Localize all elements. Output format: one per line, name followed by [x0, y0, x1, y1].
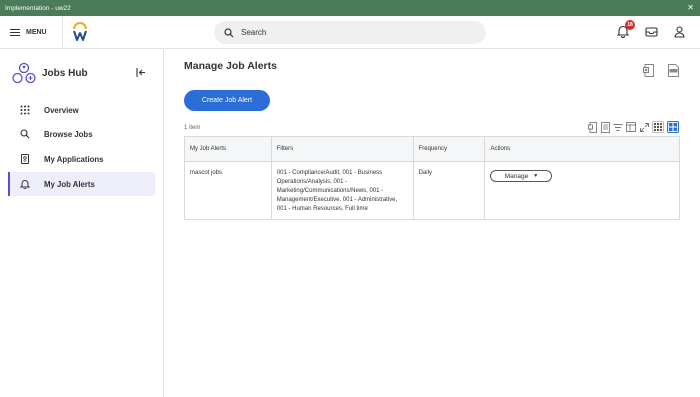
hub-title: Jobs Hub — [42, 67, 88, 79]
filter-button[interactable] — [613, 122, 623, 133]
sidebar: Jobs Hub Overview Browse Jobs My Applica… — [0, 50, 164, 397]
window-title: Implementation - uw22 — [5, 4, 71, 12]
search-input[interactable]: Search — [214, 21, 486, 44]
manage-label: Manage — [504, 172, 529, 180]
export-excel-icon[interactable] — [643, 64, 654, 77]
collapse-sidebar-icon[interactable] — [135, 67, 146, 78]
table-toolbar — [587, 121, 679, 133]
search-placeholder: Search — [241, 28, 267, 37]
search-icon — [20, 129, 30, 139]
menu-label: MENU — [26, 29, 47, 36]
user-icon — [674, 26, 685, 38]
table-header-row: My Job Alerts Filters Frequency Actions — [184, 136, 680, 162]
notifications-button[interactable]: 18 — [616, 20, 635, 39]
window-title-bar: Implementation - uw22 ✕ — [0, 0, 700, 16]
sidebar-item-label: My Applications — [44, 154, 104, 164]
grid-view-button[interactable] — [667, 121, 679, 133]
jobs-hub-icon — [12, 62, 36, 84]
columns-icon — [626, 122, 636, 132]
grid-icon — [20, 105, 30, 115]
sidebar-item-label: My Job Alerts — [44, 179, 95, 189]
alert-actions-cell: Manage ▼ — [484, 161, 680, 220]
column-header-actions: Actions — [484, 136, 680, 162]
expand-icon — [639, 122, 649, 132]
sidebar-item-browse-jobs[interactable]: Browse Jobs — [8, 122, 155, 146]
job-alerts-table: My Job Alerts Filters Frequency Actions … — [184, 136, 680, 220]
sidebar-item-label: Overview — [44, 105, 79, 115]
sidebar-item-my-job-alerts[interactable]: My Job Alerts — [8, 172, 155, 196]
column-header-filters: Filters — [270, 136, 414, 162]
export-pdf-icon[interactable] — [668, 64, 679, 77]
notification-badge: 18 — [625, 20, 635, 30]
document-list-icon — [600, 121, 610, 133]
manage-dropdown-button[interactable]: Manage ▼ — [490, 170, 553, 182]
alert-name-cell: mascot jobs — [184, 161, 272, 220]
sidebar-item-label: Browse Jobs — [44, 129, 93, 139]
bell-icon — [20, 180, 30, 189]
close-icon[interactable]: ✕ — [687, 3, 694, 12]
table-view-button[interactable] — [652, 121, 664, 133]
alert-filters-cell: 001 - Compliance/Audit, 001 - Business O… — [270, 161, 414, 220]
filter-icon — [613, 123, 623, 131]
item-count: 1 item — [184, 125, 201, 131]
header-divider — [62, 16, 63, 49]
inbox-button[interactable] — [645, 25, 659, 39]
fullscreen-button[interactable] — [639, 122, 649, 133]
column-header-frequency: Frequency — [412, 136, 486, 162]
table-view-icon — [654, 123, 662, 131]
create-job-alert-button[interactable]: Create Job Alert — [184, 90, 270, 111]
hamburger-icon — [10, 27, 20, 39]
inbox-icon — [645, 27, 658, 37]
page-title: Manage Job Alerts — [184, 60, 277, 72]
main-content: Manage Job Alerts Create Job Alert 1 ite… — [165, 50, 700, 397]
column-header-job-alerts: My Job Alerts — [184, 136, 272, 162]
excel-icon — [587, 121, 597, 133]
hub-header: Jobs Hub — [12, 62, 88, 84]
column-settings-button[interactable] — [626, 122, 636, 133]
excel-export-button[interactable] — [587, 121, 597, 133]
profile-button[interactable] — [674, 25, 688, 39]
search-icon — [224, 27, 234, 37]
workday-logo[interactable] — [71, 22, 89, 42]
grid-view-icon — [669, 123, 677, 131]
caret-down-icon: ▼ — [533, 172, 539, 179]
alert-frequency-cell: Daily — [412, 161, 486, 220]
menu-button[interactable]: MENU — [10, 25, 47, 40]
sidebar-item-overview[interactable]: Overview — [8, 98, 155, 122]
sidebar-item-my-applications[interactable]: My Applications — [8, 147, 155, 171]
view-details-button[interactable] — [600, 121, 610, 133]
table-row: mascot jobs 001 - Compliance/Audit, 001 … — [184, 161, 680, 220]
document-icon — [21, 154, 29, 164]
top-header: MENU Search 18 — [0, 16, 700, 49]
